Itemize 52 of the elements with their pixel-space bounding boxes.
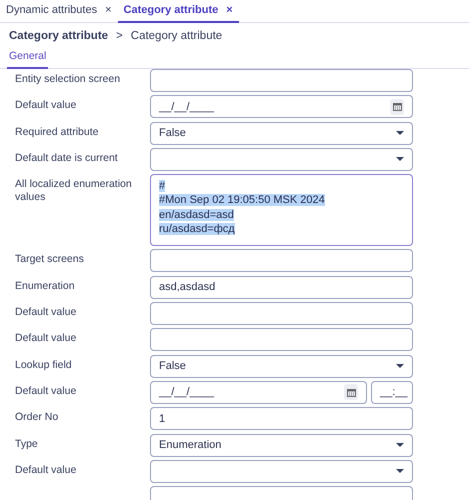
- field-label: Order No: [15, 411, 58, 424]
- field-label: Default value: [15, 306, 76, 318]
- field-value: asd,asdasd: [159, 280, 216, 296]
- field-value: False: [159, 126, 186, 141]
- dropdown-caret-icon[interactable]: [396, 364, 404, 369]
- field-value: __/__/____: [159, 385, 214, 400]
- breadcrumb-link[interactable]: Category attribute: [9, 28, 108, 42]
- time-field[interactable]: __:__: [371, 380, 413, 404]
- breadcrumb-separator: >: [116, 29, 123, 42]
- dropdown-caret-icon[interactable]: [396, 156, 404, 162]
- field-value: __/__/____: [159, 100, 214, 115]
- field-value: False: [159, 358, 186, 374]
- dropdown-field[interactable]: [150, 460, 413, 483]
- tab[interactable]: General: [7, 47, 48, 69]
- field-label: Default date is current: [15, 152, 118, 164]
- field-label: Default value: [15, 464, 76, 476]
- dropdown-field[interactable]: Enumeration: [150, 434, 413, 457]
- date-field[interactable]: __/__/____: [150, 380, 367, 404]
- tab[interactable]: Dynamic attributes: [6, 2, 98, 19]
- text-field[interactable]: [150, 302, 413, 326]
- close-button[interactable]: ×: [226, 2, 233, 19]
- field-label: Default value: [15, 332, 76, 344]
- text-area[interactable]: # #Mon Sep 02 19:05:50 MSK 2024 en/asdasd=asd ru/asdasd=фсд: [150, 174, 413, 246]
- dropdown-field[interactable]: [150, 148, 413, 171]
- calendar-icon[interactable]: [344, 384, 358, 400]
- field-label: Target screens: [15, 253, 84, 266]
- field-label: Default value: [15, 99, 76, 112]
- date-field[interactable]: __/__/____: [150, 95, 413, 118]
- text-field[interactable]: [150, 69, 413, 92]
- field-label: Lookup field: [15, 358, 72, 371]
- field-value: 1: [159, 412, 166, 427]
- text-field[interactable]: [150, 328, 413, 352]
- dropdown-field[interactable]: False: [150, 122, 413, 145]
- dropdown-caret-icon[interactable]: [396, 468, 404, 474]
- field-label: Enumeration: [15, 280, 75, 292]
- tab[interactable]: Category attribute: [124, 2, 218, 19]
- dropdown-field[interactable]: False: [150, 354, 413, 378]
- dropdown-caret-icon[interactable]: [396, 130, 404, 136]
- field-label: Required attribute: [15, 126, 98, 138]
- text-field[interactable]: 1: [150, 407, 413, 430]
- field-label: All localized enumeration values: [15, 178, 132, 204]
- close-button[interactable]: ×: [105, 2, 112, 19]
- field-value: __:__: [380, 385, 408, 400]
- text-field[interactable]: asd,asdasd: [150, 276, 413, 299]
- field-label: Entity selection screen: [15, 73, 120, 85]
- calendar-icon[interactable]: [390, 98, 404, 115]
- field-label: Default value: [15, 384, 76, 397]
- field-value: Enumeration: [159, 438, 222, 453]
- text-field[interactable]: [150, 249, 413, 272]
- field-label: Type: [15, 438, 38, 450]
- dropdown-caret-icon[interactable]: [396, 442, 404, 448]
- breadcrumb-current: Category attribute: [130, 29, 222, 42]
